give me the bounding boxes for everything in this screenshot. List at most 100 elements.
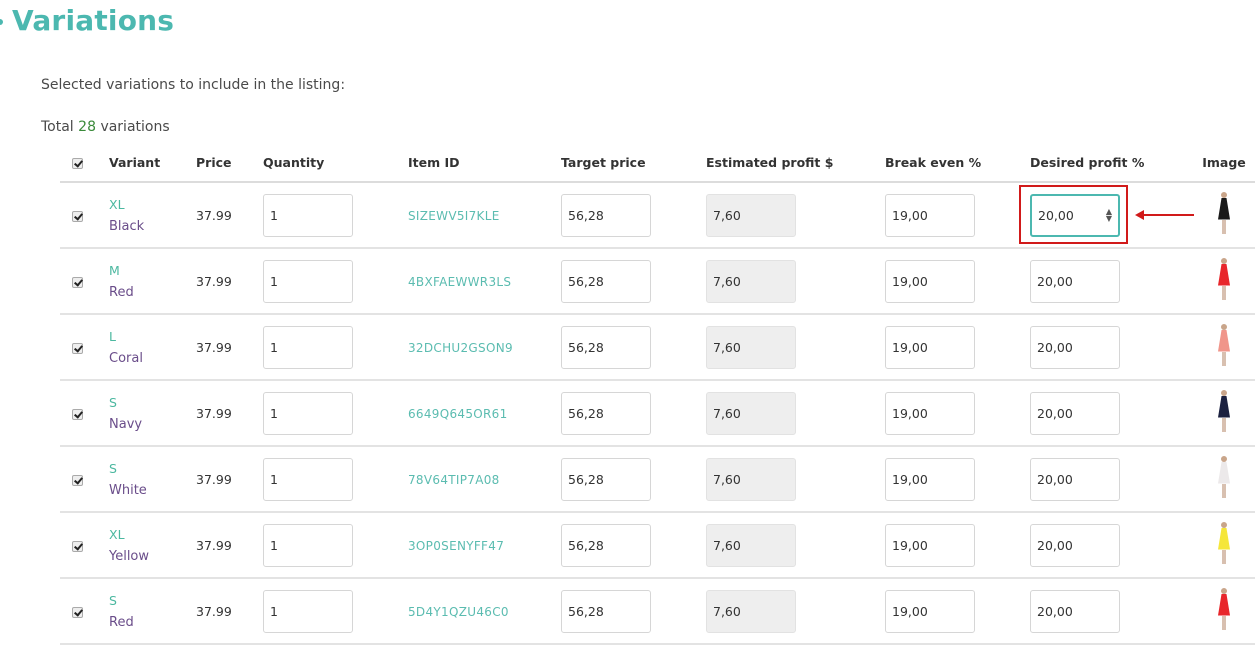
desired-profit-input[interactable]: 20,00	[1030, 325, 1120, 369]
target-price-input[interactable]: 56,28	[561, 457, 651, 501]
desired-profit-cell: 20,00	[1030, 380, 1193, 447]
item-id-link[interactable]: 5D4Y1QZU46C0	[408, 605, 509, 619]
header-quantity[interactable]: Quantity	[263, 144, 408, 183]
header-price[interactable]: Price	[196, 144, 263, 183]
row-checkbox[interactable]	[72, 210, 83, 222]
row-checkbox[interactable]	[72, 408, 83, 420]
product-thumbnail[interactable]	[1216, 191, 1232, 236]
product-thumbnail[interactable]	[1216, 323, 1232, 368]
variant-cell: XL Black	[109, 182, 196, 249]
break-even-input[interactable]: 19,00	[885, 193, 975, 237]
product-thumbnail[interactable]	[1216, 389, 1232, 434]
row-checkbox[interactable]	[72, 276, 83, 288]
header-desired-profit[interactable]: Desired profit %	[1030, 144, 1193, 183]
desired-profit-cell: 20,00	[1030, 512, 1193, 579]
break-even-input[interactable]: 19,00	[885, 259, 975, 303]
thumbnail-dress	[1218, 395, 1230, 418]
desired-profit-input[interactable]: 20,00	[1030, 391, 1120, 435]
thumbnail-dress	[1218, 593, 1230, 616]
break-even-cell: 19,00	[885, 380, 1030, 447]
quantity-cell: 1	[263, 182, 408, 249]
row-checkbox[interactable]	[72, 606, 83, 618]
quantity-input[interactable]: 1	[263, 523, 353, 567]
estimated-profit-cell: 7,60	[706, 446, 885, 513]
variant-cell: XL Yellow	[109, 512, 196, 579]
header-item-id[interactable]: Item ID	[408, 144, 561, 183]
product-thumbnail[interactable]	[1216, 257, 1232, 302]
quantity-input[interactable]: 1	[263, 193, 353, 237]
estimated-profit-field: 7,60	[706, 589, 796, 633]
image-cell	[1193, 182, 1255, 249]
break-even-input[interactable]: 19,00	[885, 325, 975, 369]
row-select-cell	[60, 248, 109, 315]
item-id-link[interactable]: SIZEWV5I7KLE	[408, 209, 500, 223]
select-all-checkbox[interactable]	[72, 158, 83, 169]
item-id-link[interactable]: 4BXFAEWWR3LS	[408, 275, 511, 289]
quantity-input[interactable]: 1	[263, 259, 353, 303]
table-row: S Red 37.99 1 5D4Y1QZU46C0 56,28 7,60 19…	[60, 578, 1255, 645]
variant-color: Coral	[109, 350, 143, 366]
table-row: XL Black 37.99 1 SIZEWV5I7KLE 56,28 7,60…	[60, 182, 1255, 249]
target-price-input[interactable]: 56,28	[561, 325, 651, 369]
header-break-even[interactable]: Break even %	[885, 144, 1030, 183]
desired-profit-input[interactable]: 20,00	[1030, 523, 1120, 567]
desired-profit-input[interactable]: 20,00	[1030, 259, 1120, 303]
header-estimated-profit[interactable]: Estimated profit $	[706, 144, 885, 183]
desired-profit-input[interactable]: 20,00	[1030, 589, 1120, 633]
break-even-input[interactable]: 19,00	[885, 523, 975, 567]
desired-profit-wrap: 20,00	[1030, 523, 1120, 567]
target-price-input[interactable]: 56,28	[561, 259, 651, 303]
estimated-profit-cell: 7,60	[706, 182, 885, 249]
item-id-link[interactable]: 3OP0SENYFF47	[408, 539, 504, 553]
header-target-price[interactable]: Target price	[561, 144, 706, 183]
image-cell	[1193, 446, 1255, 513]
total-count: 28	[78, 119, 96, 135]
row-select-cell	[60, 182, 109, 249]
target-price-cell: 56,28	[561, 512, 706, 579]
target-price-cell: 56,28	[561, 248, 706, 315]
item-id-cell: SIZEWV5I7KLE	[408, 182, 561, 249]
variant-size: XL	[109, 526, 125, 542]
item-id-link[interactable]: 78V64TIP7A08	[408, 473, 500, 487]
thumbnail-legs	[1222, 285, 1226, 300]
item-id-cell: 78V64TIP7A08	[408, 446, 561, 513]
break-even-cell: 19,00	[885, 314, 1030, 381]
break-even-input[interactable]: 19,00	[885, 589, 975, 633]
product-thumbnail[interactable]	[1216, 521, 1232, 566]
thumbnail-head	[1221, 323, 1227, 330]
row-checkbox[interactable]	[72, 342, 83, 354]
quantity-input[interactable]: 1	[263, 325, 353, 369]
item-id-link[interactable]: 6649Q645OR61	[408, 407, 508, 421]
item-id-link[interactable]: 32DCHU2GSON9	[408, 341, 513, 355]
target-price-input[interactable]: 56,28	[561, 391, 651, 435]
table-row: M Red 37.99 1 4BXFAEWWR3LS 56,28 7,60 19…	[60, 248, 1255, 315]
row-checkbox[interactable]	[72, 474, 83, 486]
total-suffix: variations	[100, 119, 170, 135]
quantity-cell: 1	[263, 578, 408, 645]
break-even-input[interactable]: 19,00	[885, 391, 975, 435]
product-thumbnail[interactable]	[1216, 455, 1232, 500]
section-subtitle: Selected variations to include in the li…	[41, 77, 346, 93]
target-price-input[interactable]: 56,28	[561, 523, 651, 567]
thumbnail-head	[1221, 389, 1227, 396]
quantity-input[interactable]: 1	[263, 589, 353, 633]
header-variant[interactable]: Variant	[109, 144, 196, 183]
thumbnail-dress	[1218, 461, 1230, 484]
row-checkbox[interactable]	[72, 540, 83, 552]
thumbnail-dress	[1218, 329, 1230, 352]
break-even-input[interactable]: 19,00	[885, 457, 975, 501]
quantity-input[interactable]: 1	[263, 457, 353, 501]
estimated-profit-field: 7,60	[706, 523, 796, 567]
image-cell	[1193, 512, 1255, 579]
product-thumbnail[interactable]	[1216, 587, 1232, 632]
price-cell: 37.99	[196, 182, 263, 249]
thumbnail-legs	[1222, 483, 1226, 498]
desired-profit-input[interactable]: 20,00	[1030, 457, 1120, 501]
target-price-input[interactable]: 56,28	[561, 193, 651, 237]
price-value: 37.99	[196, 471, 232, 487]
estimated-profit-field: 7,60	[706, 259, 796, 303]
price-value: 37.99	[196, 603, 232, 619]
price-value: 37.99	[196, 405, 232, 421]
quantity-input[interactable]: 1	[263, 391, 353, 435]
target-price-input[interactable]: 56,28	[561, 589, 651, 633]
